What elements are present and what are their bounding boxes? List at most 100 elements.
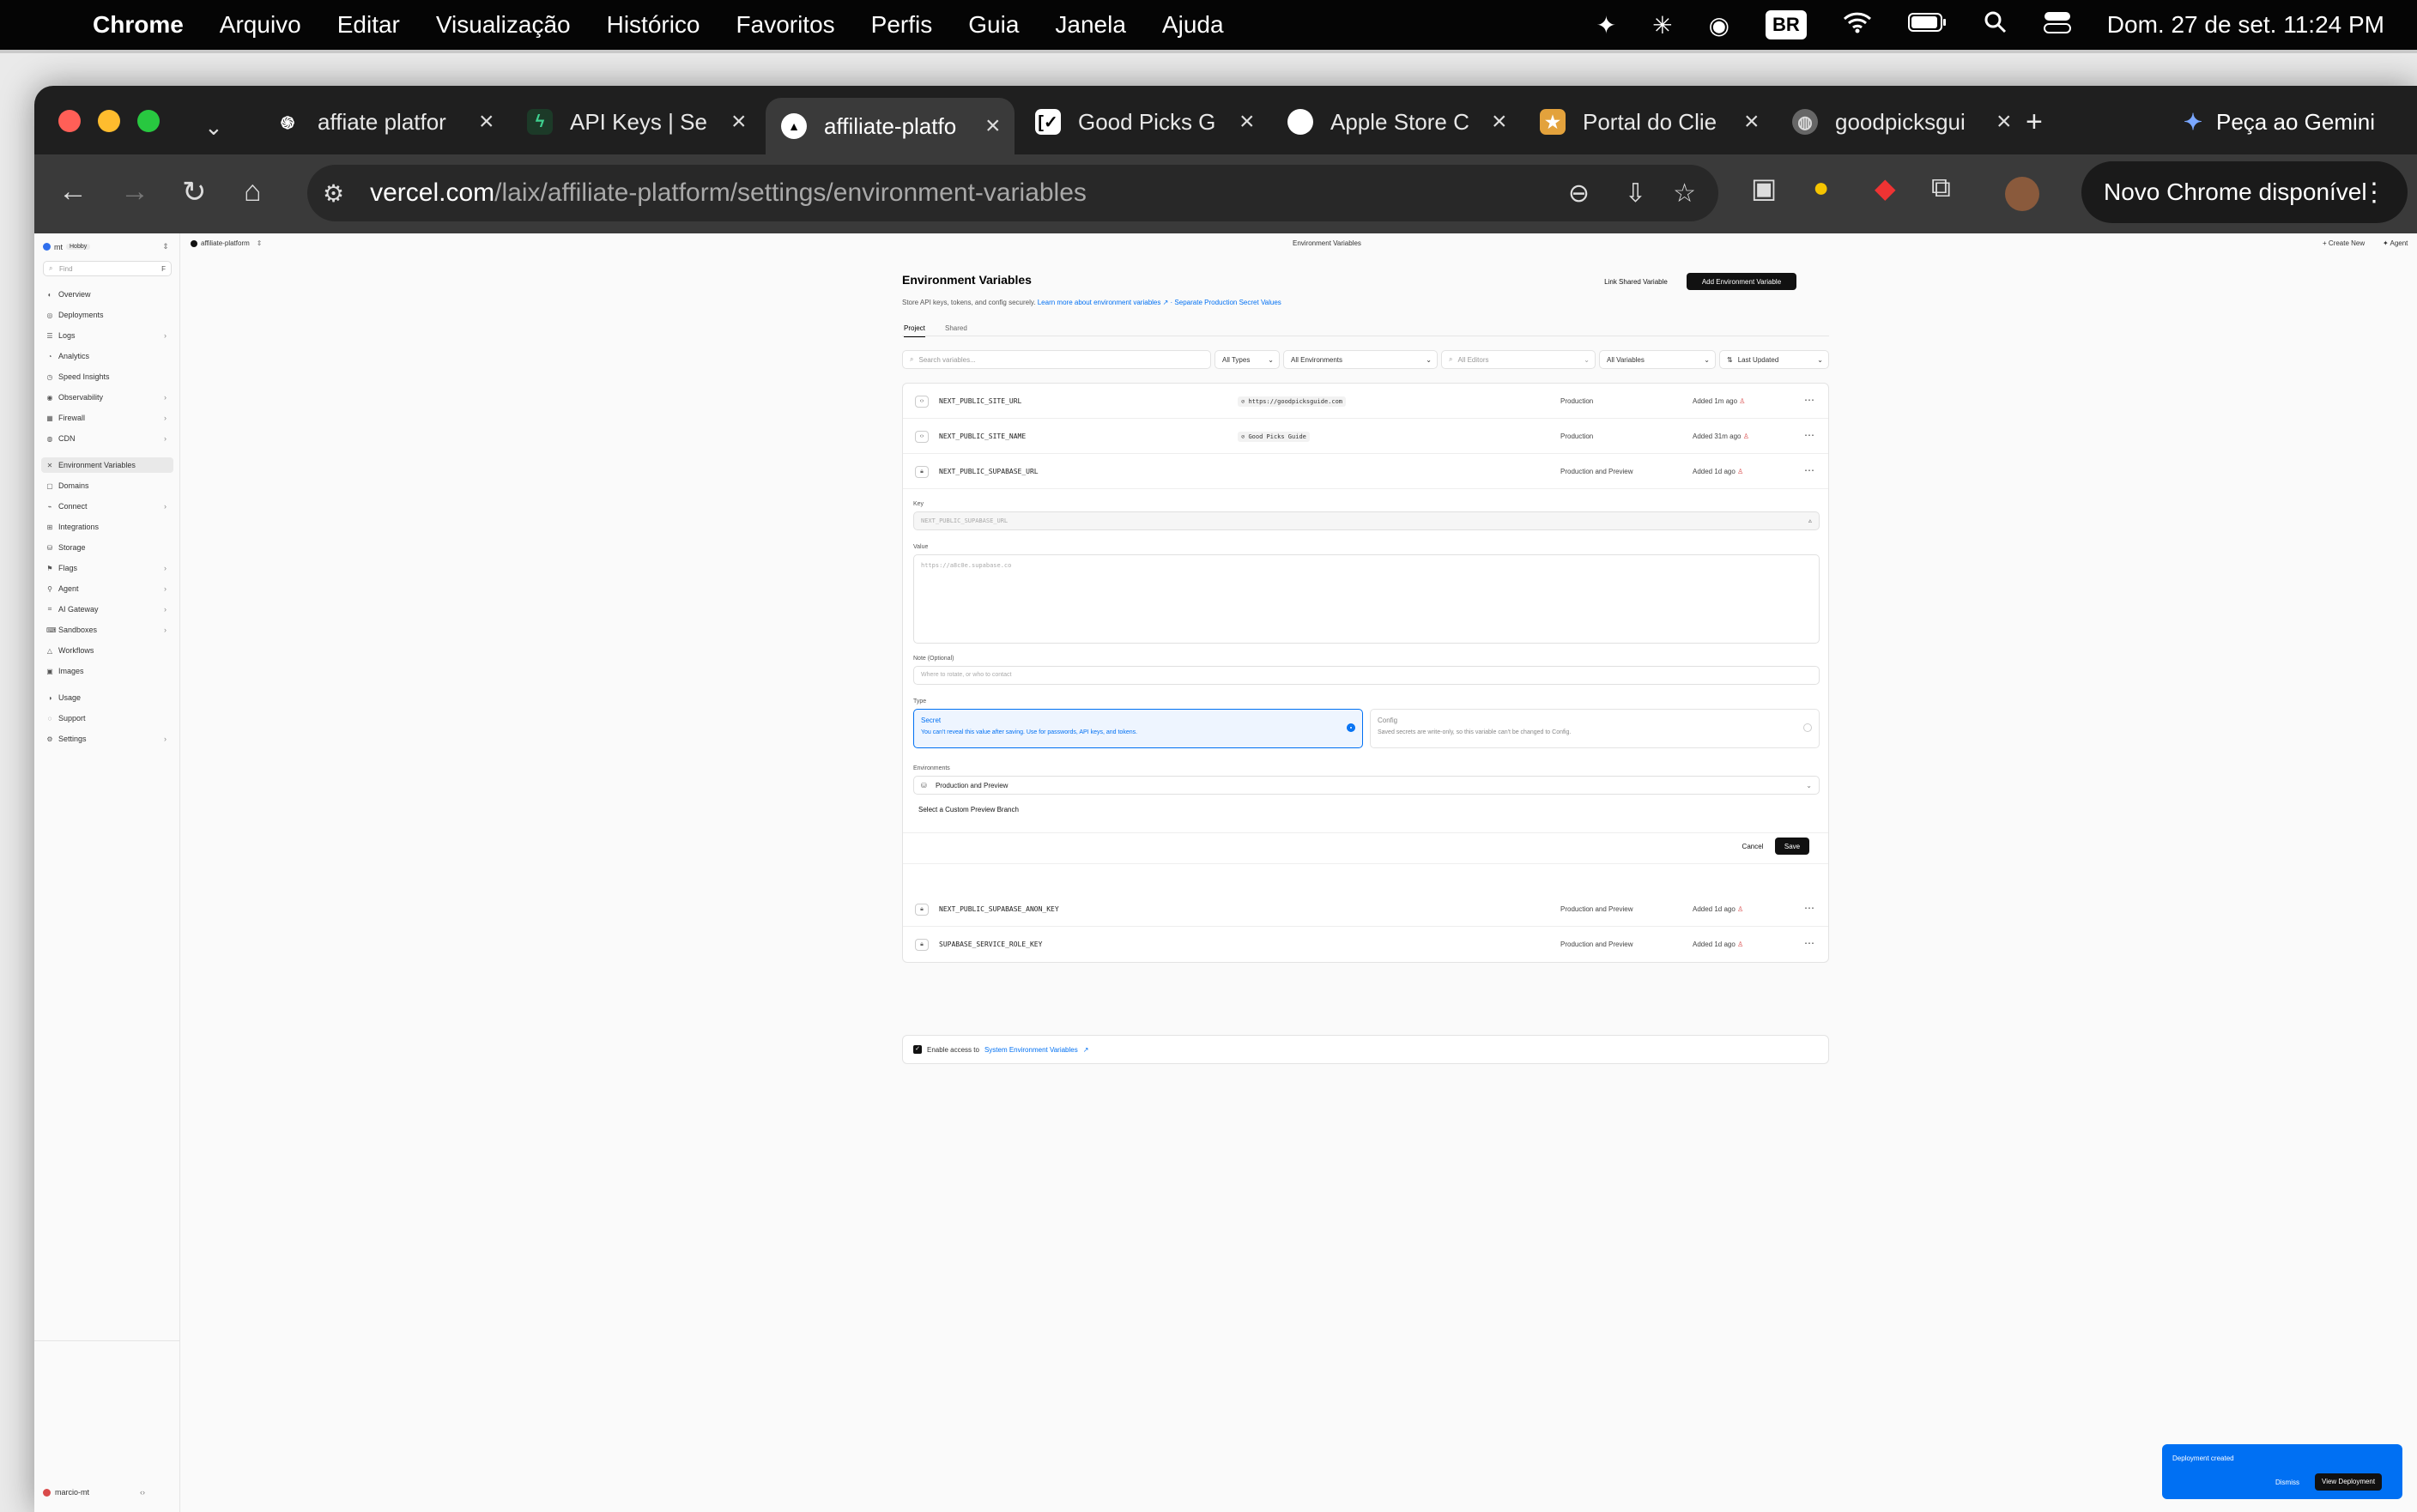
spotlight-search-icon[interactable] <box>1984 10 2008 40</box>
sidebar-item-integrations[interactable]: ⊞ Integrations <box>41 519 173 535</box>
sidebar-item-deployments[interactable]: ◎ Deployments <box>41 307 173 323</box>
value-textarea[interactable]: https://a8c0e.supabase.co <box>913 554 1820 644</box>
menubar-clock[interactable]: Dom. 27 de set. 11:24 PM <box>2107 11 2384 39</box>
close-tab-icon[interactable]: × <box>1239 107 1255 136</box>
close-tab-icon[interactable]: × <box>1744 107 1760 136</box>
tab-4[interactable]: [✓ Good Picks G × <box>1020 98 1269 146</box>
bookmark-star-icon[interactable]: ☆ <box>1673 178 1696 209</box>
wifi-icon[interactable] <box>1843 11 1872 39</box>
row-more-icon[interactable]: ⋯ <box>1804 464 1814 476</box>
control-center-icon[interactable] <box>2043 10 2071 40</box>
menu-janela[interactable]: Janela <box>1055 11 1126 39</box>
cancel-button[interactable]: Cancel <box>1736 838 1770 855</box>
key-input[interactable]: NEXT_PUBLIC_SUPABASE_URL ⚠ <box>913 511 1820 530</box>
tab-shared[interactable]: Shared <box>945 324 967 332</box>
table-row[interactable]: ‹› NEXT_PUBLIC_SITE_NAME ⊘ Good Picks Gu… <box>903 419 1828 454</box>
home-icon[interactable]: ⌂ <box>244 175 262 209</box>
project-switcher[interactable]: affiliate-platform ⇕ <box>191 239 262 247</box>
system-env-link[interactable]: System Environment Variables <box>984 1046 1078 1054</box>
gemini-spark-icon[interactable]: ✦ <box>1596 11 1616 39</box>
battery-icon[interactable] <box>1907 11 1948 39</box>
row-more-icon[interactable]: ⋯ <box>1804 902 1814 914</box>
table-row-expanded[interactable]: 🔒︎ NEXT_PUBLIC_SUPABASE_URL Production a… <box>903 454 1828 489</box>
sidebar-item-analytics[interactable]: ◔ Analytics <box>41 348 173 364</box>
sidebar-item-support[interactable]: ◌ Support <box>41 711 173 726</box>
close-tab-icon[interactable]: × <box>1996 107 2012 136</box>
minimize-window-button[interactable] <box>98 110 120 132</box>
sidebar-item-storage[interactable]: ⛁ Storage <box>41 540 173 555</box>
user-account-icon[interactable]: ◉ <box>1709 11 1729 39</box>
tab-5[interactable]: Apple Store C × <box>1272 98 1521 146</box>
row-more-icon[interactable]: ⋯ <box>1804 937 1814 949</box>
save-button[interactable]: Save <box>1775 838 1809 855</box>
address-bar[interactable]: ⚙ vercel.com/laix/affiliate-platform/set… <box>307 165 1718 221</box>
table-row[interactable]: ‹› NEXT_PUBLIC_SITE_URL ⊘ https://goodpi… <box>903 384 1828 419</box>
menu-visualizacao[interactable]: Visualização <box>436 11 571 39</box>
team-switcher[interactable]: mt Hobby ⇕ <box>43 242 169 251</box>
toast-dismiss-button[interactable]: Dismiss <box>2275 1479 2299 1486</box>
type-config-option[interactable]: Config Saved secrets are write-only, so … <box>1370 709 1820 748</box>
sidebar-item-observability[interactable]: ◉ Observability › <box>41 390 173 405</box>
sidebar-item-usage[interactable]: ◑ Usage <box>41 690 173 705</box>
sidebar-item-logs[interactable]: ☰ Logs › <box>41 328 173 343</box>
gemini-button[interactable]: ✦ Peça ao Gemini <box>2165 98 2414 146</box>
extension-red-icon[interactable]: ◆ <box>1875 172 1896 204</box>
zoom-window-button[interactable] <box>137 110 160 132</box>
tab-project[interactable]: Project <box>904 324 925 337</box>
menu-arquivo[interactable]: Arquivo <box>220 11 301 39</box>
row-more-icon[interactable]: ⋯ <box>1804 394 1814 406</box>
sidebar-item-workflows[interactable]: △ Workflows <box>41 643 173 658</box>
install-app-icon[interactable]: ⇩ <box>1625 178 1646 209</box>
sidebar-item-connect[interactable]: ⌁ Connect › <box>41 499 173 514</box>
reload-icon[interactable]: ↻ <box>182 175 207 209</box>
custom-preview-branch-button[interactable]: Select a Custom Preview Branch <box>913 801 1024 819</box>
sidebar-item-agent[interactable]: ⚲ Agent › <box>41 581 173 596</box>
sidebar-item-firewall[interactable]: ▦ Firewall › <box>41 410 173 426</box>
sidebar-item-ai-gateway[interactable]: ⌗ AI Gateway › <box>41 602 173 617</box>
environments-filter[interactable]: All Environments ⌄ <box>1283 350 1438 369</box>
sidebar-item-settings[interactable]: ⚙ Settings › <box>41 731 173 747</box>
sidebar-item-flags[interactable]: ⚑ Flags › <box>41 560 173 576</box>
back-icon[interactable]: ← <box>58 175 88 209</box>
extension-bulb-icon[interactable]: ● <box>1813 172 1829 203</box>
menu-ajuda[interactable]: Ajuda <box>1162 11 1224 39</box>
secret-radio[interactable] <box>1347 723 1355 732</box>
sidebar-item-cdn[interactable]: ◍ CDN › <box>41 431 173 446</box>
menu-app-name[interactable]: Chrome <box>93 11 184 39</box>
more-menu-icon[interactable]: ⋮ <box>2361 178 2387 208</box>
asterisk-status-icon[interactable]: ✳ <box>1652 11 1672 39</box>
user-menu[interactable]: marcio-mt ‹› <box>43 1488 145 1497</box>
type-secret-option[interactable]: Secret You can't reveal this value after… <box>913 709 1363 748</box>
extensions-puzzle-icon[interactable]: ⧉ <box>1931 172 1951 204</box>
variables-filter[interactable]: All Variables ⌄ <box>1599 350 1716 369</box>
sidebar-item-images[interactable]: ▣ Images <box>41 663 173 679</box>
editors-filter[interactable]: ⌕ All Editors ⌄ <box>1441 350 1596 369</box>
menu-guia[interactable]: Guia <box>968 11 1019 39</box>
keyboard-layout-badge[interactable]: BR <box>1766 10 1807 39</box>
sidebar-item-overview[interactable]: ◐ Overview <box>41 287 173 302</box>
zoom-icon[interactable]: ⊖ <box>1568 178 1590 209</box>
add-environment-variable-button[interactable]: Add Environment Variable <box>1687 273 1796 290</box>
profile-avatar[interactable] <box>2005 177 2039 211</box>
menu-historico[interactable]: Histórico <box>607 11 700 39</box>
new-tab-button[interactable]: + <box>2026 98 2043 146</box>
tab-1[interactable]: ֍ affiate platfor × <box>259 98 508 146</box>
agent-button[interactable]: ✦ Agent <box>2383 239 2408 247</box>
config-radio[interactable] <box>1803 723 1812 732</box>
tab-7[interactable]: ◍ goodpicksgui × <box>1777 98 2026 146</box>
create-new-button[interactable]: + Create New <box>2323 239 2365 247</box>
sort-select[interactable]: ⇅ Last Updated ⌄ <box>1719 350 1829 369</box>
menu-perfis[interactable]: Perfis <box>871 11 933 39</box>
table-row[interactable]: 🔒︎ NEXT_PUBLIC_SUPABASE_ANON_KEY Product… <box>903 892 1828 927</box>
table-row[interactable]: 🔒︎ SUPABASE_SERVICE_ROLE_KEY Production … <box>903 927 1828 962</box>
chrome-update-button[interactable]: Novo Chrome disponível ⋮ <box>2081 161 2408 223</box>
link-shared-variable-button[interactable]: Link Shared Variable <box>1589 273 1683 290</box>
collapse-icon[interactable]: ‹› <box>140 1488 145 1497</box>
environments-select[interactable]: ⛁ Production and Preview ⌄ <box>913 776 1820 795</box>
tab-search-dropdown[interactable]: ⌄ <box>204 103 223 151</box>
sidebar-find-input[interactable]: ⌕ Find F <box>43 261 172 276</box>
note-input[interactable]: Where to rotate, or who to contact <box>913 666 1820 685</box>
menu-favoritos[interactable]: Favoritos <box>736 11 835 39</box>
types-filter[interactable]: All Types ⌄ <box>1215 350 1280 369</box>
close-tab-icon[interactable]: × <box>985 112 1001 141</box>
